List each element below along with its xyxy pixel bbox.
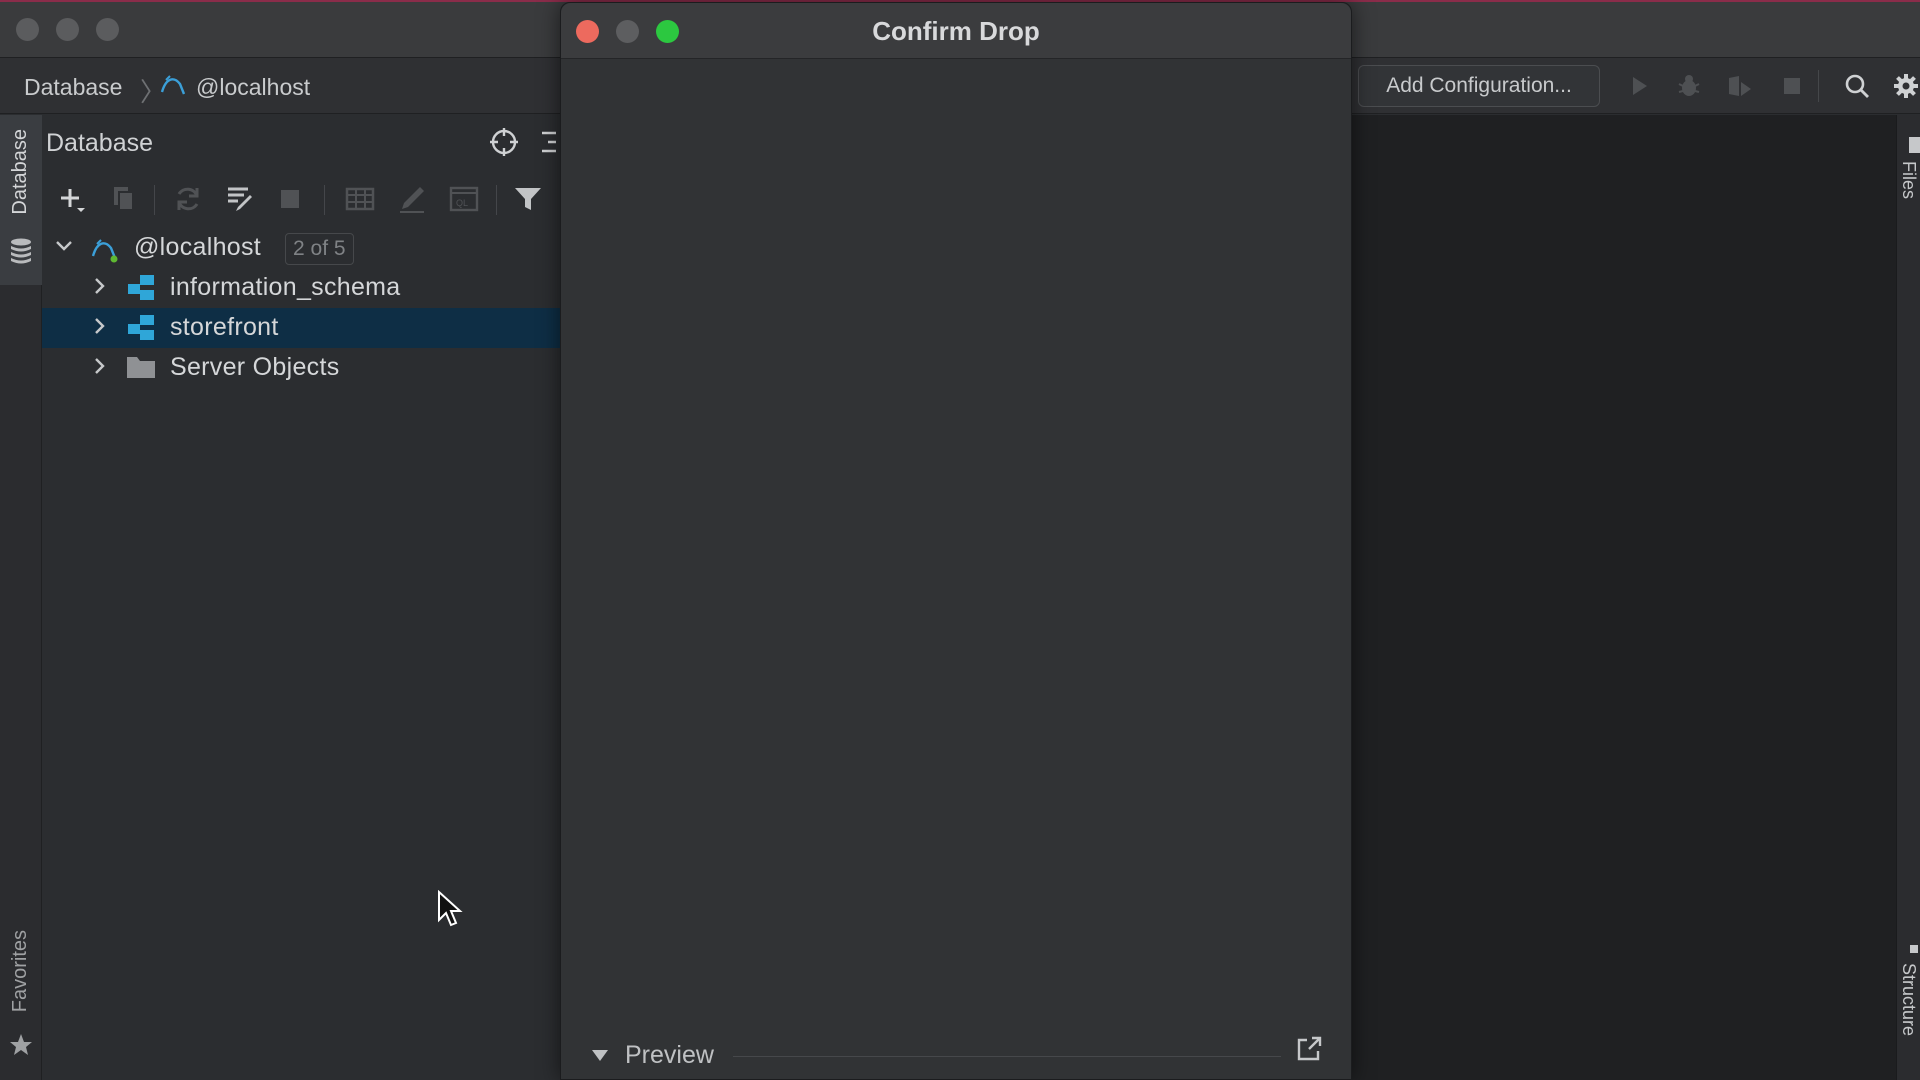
database-tool-window: Database QL @localhost 2 of 5 informatio… <box>42 115 560 1080</box>
add-icon[interactable] <box>56 183 88 215</box>
mysql-datasource-icon <box>91 239 118 263</box>
favorites-tab-label: Favorites <box>9 930 31 1013</box>
toolbar-separator <box>324 185 325 215</box>
tree-item-label: storefront <box>170 313 279 341</box>
properties-wrench-icon[interactable] <box>224 183 256 215</box>
sql-console-icon[interactable]: QL <box>448 183 480 215</box>
window-minimize-button[interactable] <box>56 18 79 41</box>
chevron-down-icon[interactable] <box>54 236 74 256</box>
table-editor-icon[interactable] <box>344 183 376 215</box>
edit-pencil-icon[interactable] <box>396 183 428 215</box>
toolbar-separator <box>1818 70 1819 102</box>
open-in-new-window-icon[interactable] <box>1295 1035 1323 1063</box>
debug-icon[interactable] <box>1675 72 1703 100</box>
dialog-titlebar: Confirm Drop <box>561 3 1351 59</box>
confirm-drop-dialog: Confirm Drop Preview <box>560 2 1352 1080</box>
chevron-right-icon[interactable] <box>90 316 110 336</box>
breadcrumb-localhost[interactable]: @localhost <box>196 74 310 101</box>
tree-row-datasource[interactable]: @localhost 2 of 5 <box>42 228 560 268</box>
refresh-icon[interactable] <box>172 183 204 215</box>
star-icon <box>10 1034 32 1055</box>
add-configuration-button[interactable]: Add Configuration... <box>1358 65 1600 107</box>
schema-icon <box>128 275 154 300</box>
database-tab-label: Database <box>9 129 31 215</box>
duplicate-icon[interactable] <box>108 183 140 215</box>
files-icon <box>1909 137 1920 153</box>
preview-section-header[interactable]: Preview <box>561 1031 1351 1080</box>
datasource-count-badge: 2 of 5 <box>285 233 354 265</box>
chevron-right-icon[interactable] <box>90 356 110 376</box>
tree-row-schema-selected[interactable]: storefront <box>42 308 560 348</box>
toolbar-separator <box>154 185 155 215</box>
locate-crosshair-icon[interactable] <box>488 126 520 158</box>
editor-area <box>1352 115 1900 1080</box>
files-tab-label[interactable]: Files <box>1898 161 1919 209</box>
dialog-title: Confirm Drop <box>872 16 1040 46</box>
tree-row-folder[interactable]: Server Objects <box>42 348 560 388</box>
tree-row-schema[interactable]: information_schema <box>42 268 560 308</box>
database-toolbar: QL <box>42 177 560 225</box>
breadcrumb-database[interactable]: Database <box>24 74 122 101</box>
schema-icon <box>128 315 154 340</box>
preview-divider <box>733 1056 1281 1057</box>
search-icon[interactable] <box>1843 72 1871 100</box>
toolbar-separator <box>496 185 497 215</box>
panel-title: Database <box>46 129 154 157</box>
datasource-label: @localhost <box>134 233 262 261</box>
preview-label: Preview <box>625 1041 714 1069</box>
stop-query-icon[interactable] <box>274 183 306 215</box>
svg-text:QL: QL <box>456 198 468 208</box>
filter-funnel-icon[interactable] <box>512 183 544 215</box>
folder-icon <box>127 357 155 378</box>
stop-icon[interactable] <box>1778 72 1806 100</box>
structure-icon <box>1910 945 1918 953</box>
tree-item-label: Server Objects <box>170 353 340 381</box>
database-tool-tab[interactable]: Database <box>0 115 42 285</box>
run-with-coverage-icon[interactable] <box>1725 72 1753 100</box>
favorites-tool-tab[interactable]: Favorites <box>0 920 42 1070</box>
chevron-right-icon[interactable] <box>90 276 110 296</box>
window-close-button[interactable] <box>16 18 39 41</box>
collapse-triangle-icon[interactable] <box>591 1049 609 1063</box>
structure-tab-label[interactable]: Structure <box>1898 963 1919 1063</box>
database-stack-icon <box>11 238 31 264</box>
window-zoom-button[interactable] <box>96 18 119 41</box>
right-tool-strip: Files Structure <box>1896 115 1920 1080</box>
settings-gear-icon[interactable] <box>1892 72 1920 100</box>
mouse-cursor-icon <box>438 890 463 927</box>
run-icon[interactable] <box>1625 72 1653 100</box>
ide-window: Database 〉 @localhost Add Configuration.… <box>0 0 1920 1080</box>
mysql-datasource-icon <box>160 75 186 95</box>
tree-item-label: information_schema <box>170 273 401 301</box>
collapse-all-icon[interactable] <box>540 127 560 157</box>
